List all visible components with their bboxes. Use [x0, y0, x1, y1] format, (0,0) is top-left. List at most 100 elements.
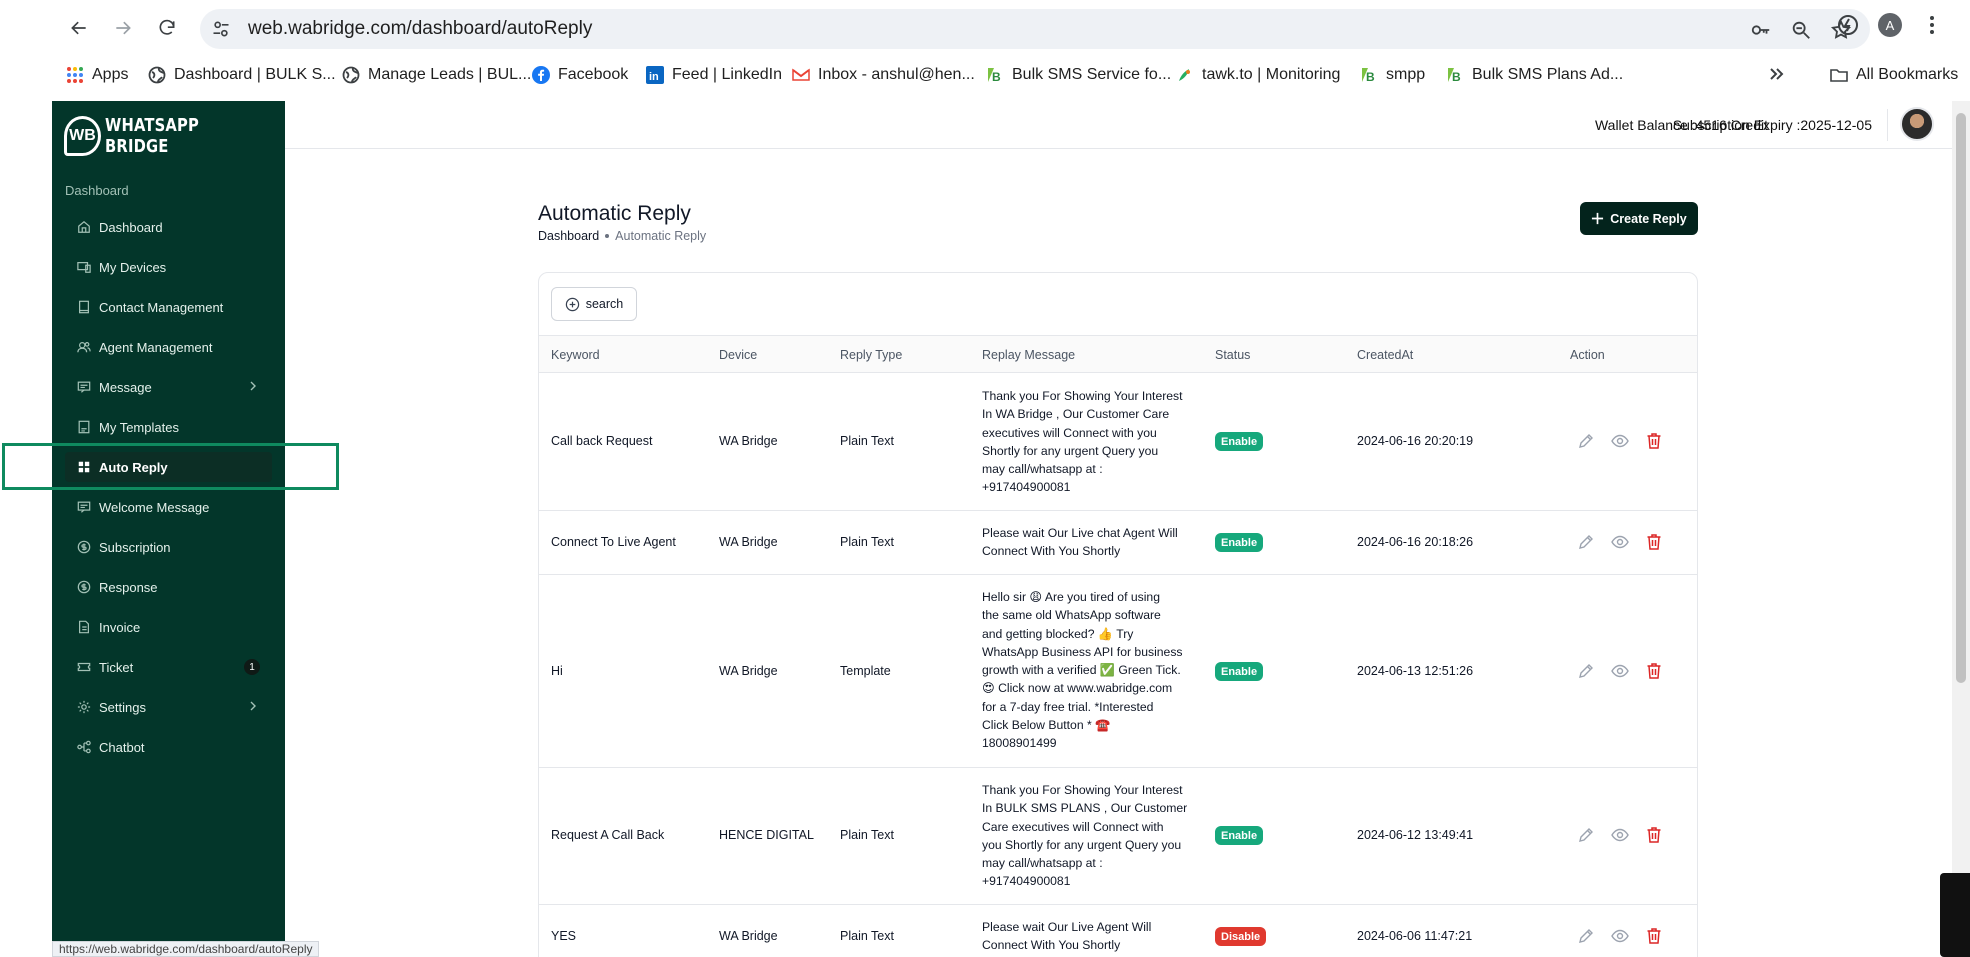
key-icon[interactable] — [1750, 19, 1772, 41]
bookmark-manage-leads[interactable]: Manage Leads | BUL... — [342, 66, 531, 84]
bulksms-icon: B — [1360, 66, 1378, 84]
extension-icon[interactable] — [1836, 13, 1860, 37]
app-topbar: Wallet Balance :4516 Credit Subscription… — [285, 101, 1952, 149]
svg-text:B: B — [992, 70, 1001, 84]
eye-icon[interactable] — [1611, 432, 1629, 450]
zoom-icon[interactable] — [1790, 19, 1812, 41]
browser-toolbar: web.wabridge.com/dashboard/autoReply A — [52, 0, 1970, 57]
eye-icon[interactable] — [1611, 662, 1629, 680]
bookmark-bulk-sms-service[interactable]: B Bulk SMS Service fo... — [986, 66, 1171, 84]
status-badge[interactable]: Disable — [1215, 927, 1267, 946]
edit-icon[interactable] — [1577, 533, 1595, 551]
breadcrumb: Dashboard Automatic Reply — [538, 229, 706, 243]
cell-created-at: 2024-06-06 11:47:21 — [1357, 929, 1473, 943]
sidebar-item-settings[interactable]: Settings — [65, 692, 272, 722]
all-bookmarks[interactable]: All Bookmarks — [1830, 66, 1958, 84]
ticket-count-badge: 1 — [244, 659, 260, 675]
browser-chrome: web.wabridge.com/dashboard/autoReply A A… — [52, 0, 1970, 101]
search-button[interactable]: search — [551, 287, 637, 321]
sidebar-item-my-templates[interactable]: My Templates — [65, 412, 272, 442]
sidebar-item-contact-management[interactable]: Contact Management — [65, 292, 272, 322]
bookmark-dashboard[interactable]: Dashboard | BULK S... — [148, 66, 336, 84]
menu-dots-icon[interactable] — [1920, 13, 1944, 37]
column-device[interactable]: Device — [719, 348, 757, 362]
sidebar-item-response[interactable]: Response — [65, 572, 272, 602]
sidebar-item-subscription[interactable]: Subscription — [65, 532, 272, 562]
edit-icon[interactable] — [1577, 662, 1595, 680]
page-scrollbar[interactable] — [1952, 101, 1970, 957]
sidebar-item-welcome-message[interactable]: Welcome Message — [65, 492, 272, 522]
trash-icon[interactable] — [1645, 533, 1663, 551]
reload-icon[interactable] — [152, 13, 182, 43]
sidebar-item-my-devices[interactable]: My Devices — [65, 252, 272, 282]
floating-capture-widget[interactable] — [1940, 873, 1970, 957]
trash-icon[interactable] — [1645, 927, 1663, 945]
message-icon — [77, 501, 91, 513]
table-row: YES WA Bridge Plain Text Please wait Our… — [539, 905, 1697, 957]
gmail-icon — [792, 66, 810, 84]
cell-keyword: YES — [551, 929, 577, 943]
chevron-right-icon — [250, 701, 256, 711]
status-badge[interactable]: Enable — [1215, 662, 1264, 681]
breadcrumb-dashboard[interactable]: Dashboard — [538, 229, 599, 243]
back-icon[interactable] — [64, 13, 94, 43]
table-row: Connect To Live Agent WA Bridge Plain Te… — [539, 511, 1697, 575]
column-reply-type[interactable]: Reply Type — [840, 348, 902, 362]
bookmark-apps[interactable]: Apps — [66, 66, 128, 84]
trash-icon[interactable] — [1645, 826, 1663, 844]
logo-mark: WB — [64, 116, 101, 156]
selection-highlight — [2, 443, 339, 490]
sidebar-item-dashboard[interactable]: Dashboard — [65, 212, 272, 242]
address-bar[interactable]: web.wabridge.com/dashboard/autoReply — [200, 9, 1870, 49]
create-reply-button[interactable]: Create Reply — [1580, 202, 1698, 235]
logo-text: WHATSAPP BRIDGE — [104, 115, 199, 157]
bookmark-tawk[interactable]: tawk.to | Monitoring — [1176, 66, 1340, 84]
coin-icon — [77, 540, 91, 554]
status-badge[interactable]: Enable — [1215, 826, 1264, 845]
cell-message: Thank you For Showing Your Interest In W… — [982, 389, 1183, 495]
status-badge[interactable]: Enable — [1215, 432, 1264, 451]
user-avatar[interactable] — [1900, 107, 1934, 141]
svg-text:B: B — [1452, 70, 1461, 84]
bookmarks-bar: Apps Dashboard | BULK S... Manage Leads … — [52, 60, 1970, 92]
bulksms-icon: B — [986, 66, 1004, 84]
status-badge[interactable]: Enable — [1215, 533, 1264, 552]
profile-avatar[interactable]: A — [1878, 13, 1902, 37]
bookmark-smpp[interactable]: B smpp — [1360, 66, 1425, 84]
trash-icon[interactable] — [1645, 432, 1663, 450]
sidebar-item-chatbot[interactable]: Chatbot — [65, 732, 272, 762]
bookmark-inbox[interactable]: Inbox - anshul@hen... — [792, 66, 975, 84]
page-title: Automatic Reply — [538, 202, 691, 225]
contact-book-icon — [79, 300, 89, 314]
column-created-at[interactable]: CreatedAt — [1357, 348, 1413, 362]
app-logo[interactable]: WB WHATSAPP BRIDGE — [64, 115, 285, 157]
site-settings-icon[interactable] — [211, 19, 231, 39]
cell-device: WA Bridge — [719, 535, 778, 549]
bookmark-linkedin[interactable]: in Feed | LinkedIn — [646, 66, 782, 84]
bookmark-facebook[interactable]: Facebook — [532, 66, 628, 84]
sidebar-item-invoice[interactable]: Invoice — [65, 612, 272, 642]
column-replay-message[interactable]: Replay Message — [982, 348, 1075, 362]
column-status[interactable]: Status — [1215, 348, 1250, 362]
eye-icon[interactable] — [1611, 927, 1629, 945]
sidebar-item-message[interactable]: Message — [65, 372, 272, 402]
table-row: Call back Request WA Bridge Plain Text T… — [539, 373, 1697, 511]
status-bar-url: https://web.wabridge.com/dashboard/autoR… — [52, 941, 320, 957]
edit-icon[interactable] — [1577, 826, 1595, 844]
sidebar-item-ticket[interactable]: Ticket 1 — [65, 652, 272, 682]
cell-keyword: Request A Call Back — [551, 828, 665, 842]
eye-icon[interactable] — [1611, 826, 1629, 844]
edit-icon[interactable] — [1577, 927, 1595, 945]
column-keyword[interactable]: Keyword — [551, 348, 600, 362]
bookmarks-overflow-icon[interactable] — [1768, 66, 1784, 82]
scrollbar-thumb[interactable] — [1956, 113, 1966, 683]
bookmark-bulk-sms-plans[interactable]: B Bulk SMS Plans Ad... — [1446, 66, 1623, 84]
bulksms-icon: B — [1446, 66, 1464, 84]
sidebar-item-agent-management[interactable]: Agent Management — [65, 332, 272, 362]
edit-icon[interactable] — [1577, 432, 1595, 450]
forward-icon[interactable] — [108, 13, 138, 43]
breadcrumb-current: Automatic Reply — [615, 229, 707, 243]
eye-icon[interactable] — [1611, 533, 1629, 551]
trash-icon[interactable] — [1645, 662, 1663, 680]
cell-reply-type: Plain Text — [840, 929, 894, 943]
